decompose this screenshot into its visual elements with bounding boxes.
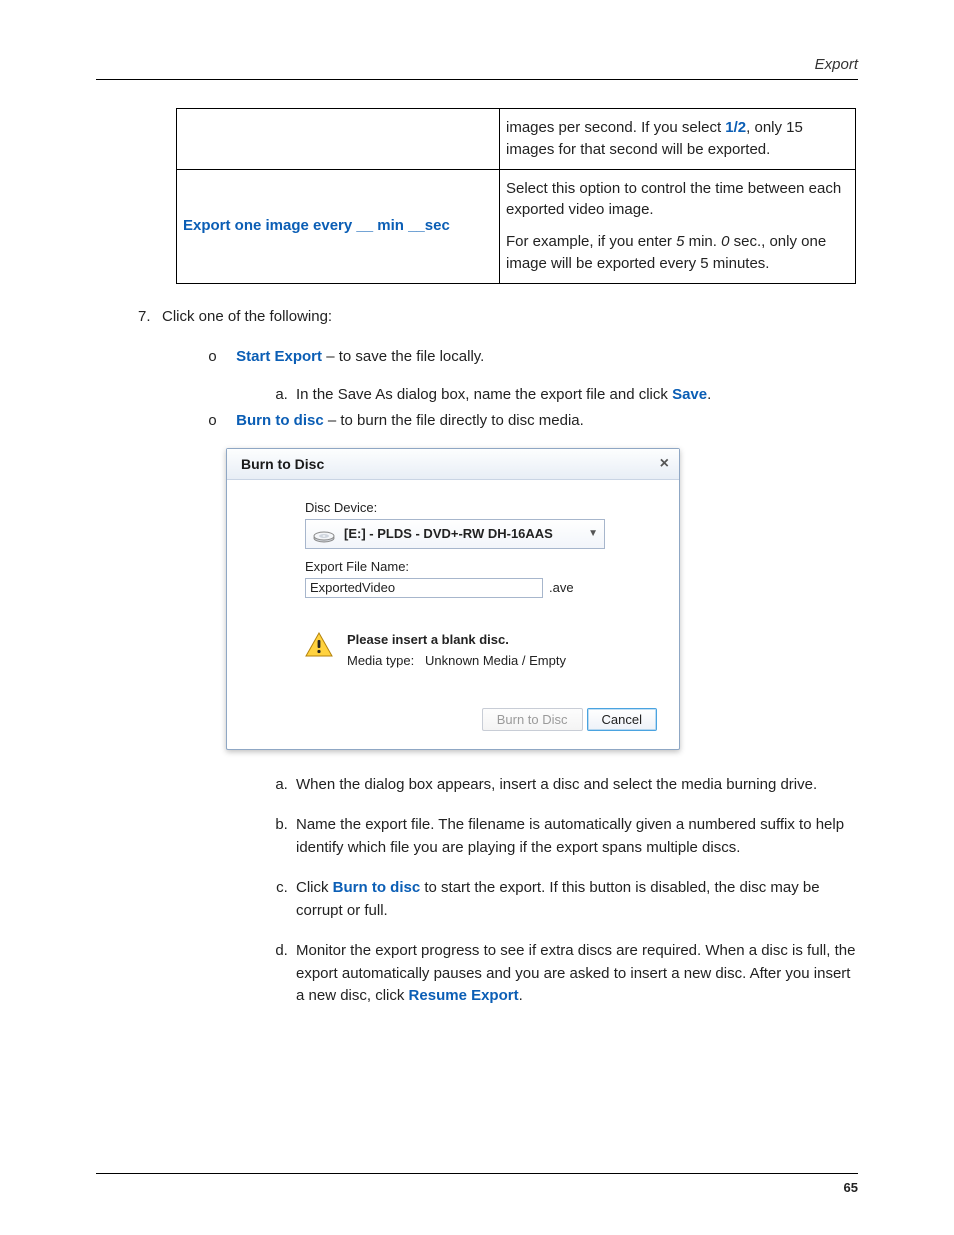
disc-device-value: [E:] - PLDS - DVD+-RW DH-16AAS	[344, 526, 553, 541]
row2-label: Export one image every __ min __sec	[177, 169, 500, 283]
save-word: Save	[672, 386, 707, 403]
row1-desc: images per second. If you select 1/2, on…	[500, 109, 856, 170]
burn-substeps: When the dialog box appears, insert a di…	[96, 774, 858, 1008]
burn-step-c: Click Burn to disc to start the export. …	[292, 877, 858, 922]
file-extension: .ave	[549, 580, 574, 595]
start-export-substeps: In the Save As dialog box, name the expo…	[96, 384, 858, 407]
row1-label	[177, 109, 500, 170]
disc-device-dropdown[interactable]: [E:] - PLDS - DVD+-RW DH-16AAS ▼	[305, 519, 605, 549]
disc-drive-icon	[312, 524, 336, 544]
dialog-titlebar: Burn to Disc ×	[227, 449, 679, 480]
step-number: 7.	[138, 306, 162, 329]
export-file-input[interactable]: ExportedVideo	[305, 578, 543, 598]
close-icon[interactable]: ×	[660, 455, 669, 473]
step-a-period: .	[707, 386, 711, 403]
chevron-down-icon: ▼	[588, 528, 598, 539]
options-table: images per second. If you select 1/2, on…	[176, 108, 856, 284]
warning-message: Please insert a blank disc.	[347, 632, 566, 647]
export-file-label: Export File Name:	[305, 559, 661, 574]
step-7-text: Click one of the following:	[162, 308, 332, 325]
step-7: 7.Click one of the following:	[138, 306, 858, 329]
c-pre: Click	[296, 879, 333, 896]
cancel-button[interactable]: Cancel	[587, 708, 657, 731]
d-bold: Resume Export	[409, 987, 519, 1004]
page-footer: 65	[96, 1173, 858, 1195]
d-post: .	[519, 987, 523, 1004]
step-a-pre: In the Save As dialog box, name the expo…	[296, 386, 672, 403]
c-bold: Burn to disc	[333, 879, 421, 896]
page-header: Export	[96, 56, 858, 80]
burn-step-d: Monitor the export progress to see if ex…	[292, 940, 858, 1008]
burn-step-a: When the dialog box appears, insert a di…	[292, 774, 858, 797]
option-start-export: Start Export – to save the file locally.	[232, 346, 858, 370]
disc-device-label: Disc Device:	[305, 500, 661, 515]
dialog-title-text: Burn to Disc	[241, 456, 324, 472]
burn-to-disc-label: Burn to disc	[236, 412, 324, 429]
burn-step-b: Name the export file. The filename is au…	[292, 814, 858, 859]
burn-to-disc-button[interactable]: Burn to Disc	[482, 708, 583, 731]
row2-desc: Select this option to control the time b…	[500, 169, 856, 283]
row2-d2-pre: For example, if you enter	[506, 233, 676, 250]
header-title: Export	[815, 56, 858, 73]
burn-to-disc-text: – to burn the file directly to disc medi…	[324, 412, 584, 429]
option-burn-to-disc: Burn to disc – to burn the file directly…	[232, 410, 858, 434]
media-type-label: Media type:	[347, 653, 414, 668]
media-type-value: Unknown Media / Empty	[425, 653, 566, 668]
burn-to-disc-dialog: Burn to Disc × Disc Device: [E:] - PLDS …	[226, 448, 680, 750]
row1-half-bold: 1/2	[725, 119, 746, 136]
warning-icon	[305, 632, 333, 658]
page-number: 65	[844, 1180, 858, 1195]
export-file-value: ExportedVideo	[310, 580, 395, 595]
step-7-options-2: Burn to disc – to burn the file directly…	[96, 410, 858, 434]
row2-desc2: For example, if you enter 5 min. 0 sec.,…	[506, 231, 849, 275]
media-type-row: Media type: Unknown Media / Empty	[347, 653, 566, 668]
start-export-a: In the Save As dialog box, name the expo…	[292, 384, 858, 407]
row1-desc-part1: images per second. If you select	[506, 119, 725, 136]
warning-row: Please insert a blank disc. Media type: …	[305, 632, 661, 668]
start-export-text: – to save the file locally.	[322, 348, 484, 365]
d-pre: Monitor the export progress to see if ex…	[296, 942, 855, 1004]
start-export-label: Start Export	[236, 348, 322, 365]
row2-desc1: Select this option to control the time b…	[506, 178, 849, 222]
row2-d2-mid: min.	[684, 233, 721, 250]
step-7-options: Start Export – to save the file locally.	[96, 346, 858, 370]
